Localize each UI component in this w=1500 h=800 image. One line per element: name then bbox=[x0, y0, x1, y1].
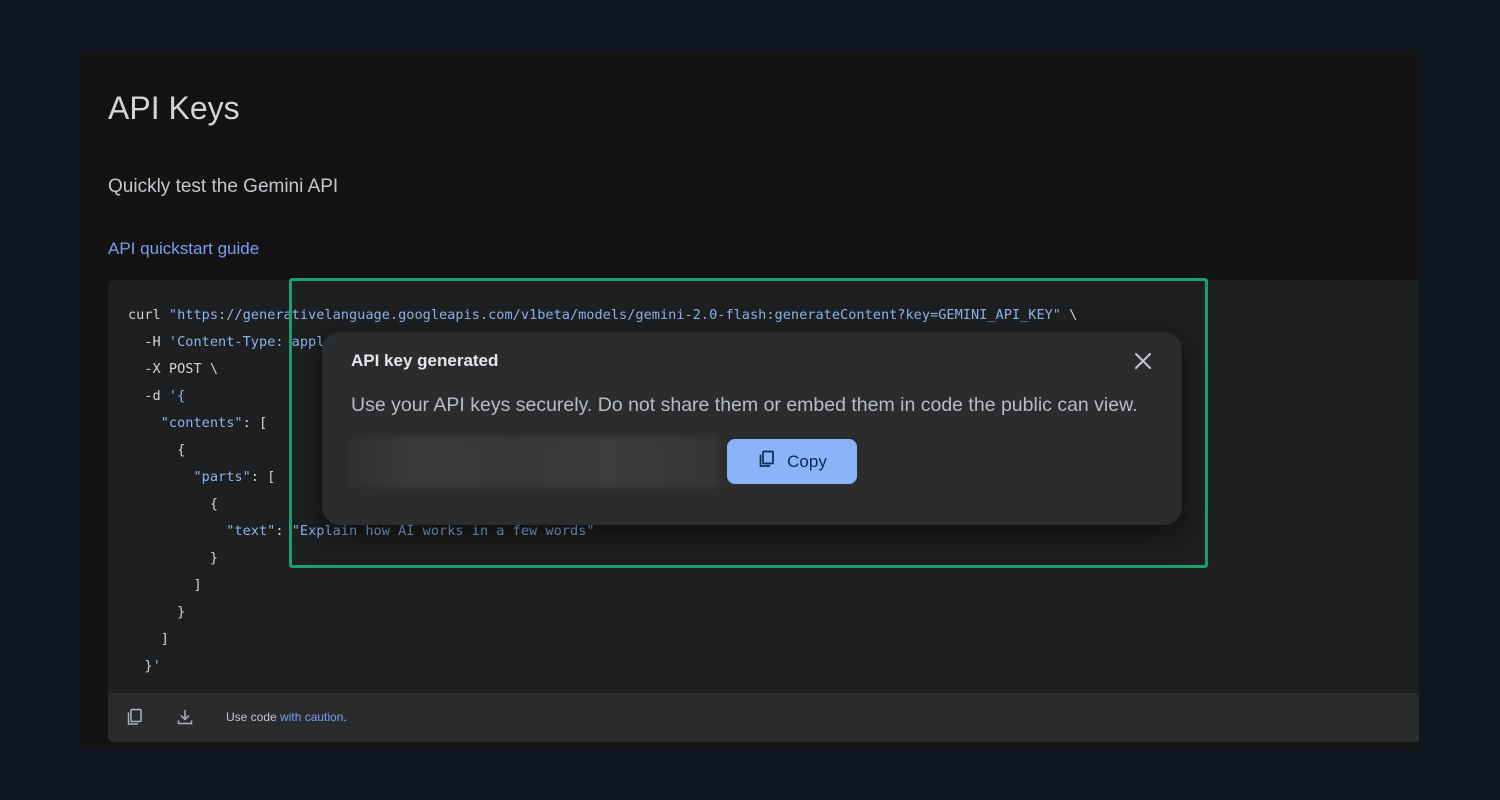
code-line: }' bbox=[128, 658, 161, 674]
copy-button[interactable]: Copy bbox=[727, 439, 857, 484]
download-icon[interactable] bbox=[175, 707, 195, 727]
copy-icon bbox=[757, 449, 777, 474]
api-key-field[interactable] bbox=[348, 436, 720, 488]
api-key-dialog: API key generated Use your API keys secu… bbox=[322, 332, 1182, 525]
code-footer: Use code with caution. bbox=[108, 693, 1419, 742]
dialog-message: Use your API keys securely. Do not share… bbox=[351, 394, 1138, 416]
close-icon[interactable] bbox=[1132, 350, 1154, 372]
copy-button-label: Copy bbox=[787, 451, 827, 471]
caution-prefix: Use code bbox=[226, 710, 281, 724]
dialog-title: API key generated bbox=[351, 351, 499, 370]
code-line: } bbox=[128, 604, 186, 620]
copy-icon[interactable] bbox=[125, 707, 145, 727]
code-line: ] bbox=[128, 577, 202, 593]
page-title: API Keys bbox=[108, 90, 240, 126]
section-subtitle: Quickly test the Gemini API bbox=[108, 176, 339, 197]
caution-suffix: . bbox=[343, 710, 347, 724]
code-line: ] bbox=[128, 631, 169, 647]
with-caution-link[interactable]: with caution bbox=[280, 710, 343, 724]
code-caution-note: Use code with caution. bbox=[226, 710, 347, 724]
api-quickstart-guide-link[interactable]: API quickstart guide bbox=[108, 239, 259, 259]
